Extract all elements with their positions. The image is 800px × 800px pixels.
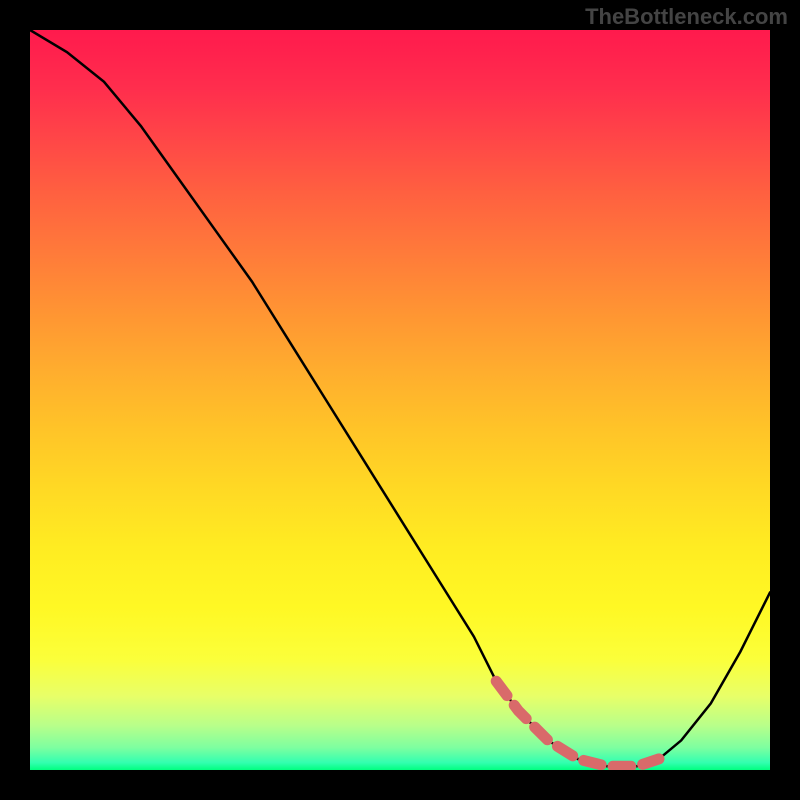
chart-plot-area — [30, 30, 770, 770]
watermark-text: TheBottleneck.com — [585, 4, 788, 30]
chart-curve-svg — [30, 30, 770, 770]
highlight-curve-path — [496, 681, 659, 766]
main-curve-path — [30, 30, 770, 766]
